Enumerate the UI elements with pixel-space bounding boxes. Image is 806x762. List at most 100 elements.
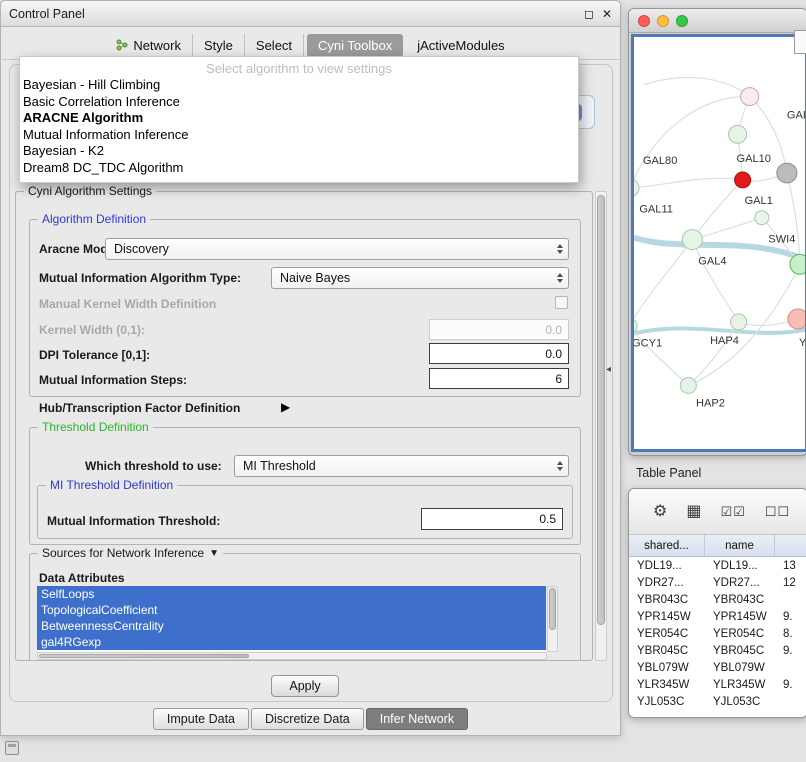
list-item-selfloops[interactable]: SelfLoops bbox=[37, 586, 546, 602]
mi-threshold-field[interactable] bbox=[421, 508, 563, 530]
network-node-gal4[interactable] bbox=[682, 230, 702, 250]
close-icon[interactable]: ✕ bbox=[602, 8, 612, 20]
hub-expand-arrow-icon[interactable]: ▶ bbox=[281, 400, 290, 414]
cell: YJL053C bbox=[629, 696, 705, 708]
tab-infer-network-label: Infer Network bbox=[380, 712, 454, 726]
algorithm-definition-title: Algorithm Definition bbox=[38, 212, 150, 226]
columns-icon[interactable]: ▦ bbox=[686, 504, 701, 520]
cell: 12 bbox=[775, 577, 806, 589]
tab-jactivemodules[interactable]: jActiveModules bbox=[406, 34, 515, 57]
node-label-gcy1: GCY1 bbox=[634, 338, 662, 350]
cell: YBL079W bbox=[705, 662, 775, 674]
tab-style[interactable]: Style bbox=[193, 34, 245, 57]
column-header-extra[interactable] bbox=[775, 535, 806, 556]
cell: YDL19... bbox=[629, 560, 705, 572]
close-traffic-light-icon[interactable] bbox=[638, 15, 650, 27]
cell: YLR345W bbox=[629, 679, 705, 691]
zoom-traffic-light-icon[interactable] bbox=[676, 15, 688, 27]
algorithm-option-bayesian-hill-climbing[interactable]: Bayesian - Hill Climbing bbox=[20, 77, 578, 94]
kernel-width-field[interactable] bbox=[429, 319, 569, 340]
table-row[interactable]: YPR145W YPR145W 9. bbox=[629, 608, 806, 625]
data-attributes-label: Data Attributes bbox=[39, 571, 125, 585]
sources-collapse-arrow-icon[interactable]: ▼ bbox=[209, 548, 219, 559]
settings-scrollbar-track[interactable] bbox=[595, 191, 607, 661]
combo-arrows-icon bbox=[557, 273, 563, 283]
network-node[interactable] bbox=[741, 88, 759, 106]
control-panel-window: Control Panel ◻ ✕ Network Style Select C… bbox=[0, 0, 621, 736]
attributes-list-hscrollbar-thumb[interactable] bbox=[39, 654, 249, 658]
mi-algorithm-type-label: Mutual Information Algorithm Type: bbox=[39, 271, 241, 285]
network-node-gal10[interactable] bbox=[735, 172, 751, 188]
list-item-betweennesscentrality[interactable]: BetweennessCentrality bbox=[37, 618, 546, 634]
table-row[interactable]: YDL19... YDL19... 13 bbox=[629, 557, 806, 574]
table-row[interactable]: YDR27... YDR27... 12 bbox=[629, 574, 806, 591]
network-canvas[interactable]: GAL80 GAL10 GAL11 GAL1 SWI4 GAL4 GCY1 HA… bbox=[631, 34, 806, 452]
minimize-traffic-light-icon[interactable] bbox=[657, 15, 669, 27]
network-node-gal1[interactable] bbox=[755, 211, 769, 225]
algorithm-option-mutual-information[interactable]: Mutual Information Inference bbox=[20, 127, 578, 144]
attributes-list-vscrollbar-track[interactable] bbox=[547, 586, 558, 652]
cell: YBL079W bbox=[629, 662, 705, 674]
window-title: Control Panel bbox=[9, 7, 85, 21]
gear-icon[interactable]: ⚙ bbox=[653, 504, 667, 520]
network-node-hap2[interactable] bbox=[680, 378, 696, 394]
float-window-icon[interactable]: ◻ bbox=[584, 8, 594, 20]
hub-definition-label: Hub/Transcription Factor Definition bbox=[39, 401, 240, 415]
data-attributes-list: SelfLoops TopologicalCoefficient Between… bbox=[37, 586, 546, 652]
algorithm-option-dream8[interactable]: Dream8 DC_TDC Algorithm bbox=[20, 160, 578, 177]
algorithm-option-bayesian-k2[interactable]: Bayesian - K2 bbox=[20, 143, 578, 160]
tab-cyni-toolbox[interactable]: Cyni Toolbox bbox=[307, 34, 403, 57]
node-label-gal-cut: GAL bbox=[787, 109, 805, 121]
node-label-gal11: GAL11 bbox=[639, 204, 673, 216]
cell: 8. bbox=[775, 628, 806, 640]
mi-algorithm-type-combo[interactable]: Naive Bayes bbox=[271, 267, 569, 289]
algorithm-option-aracne[interactable]: ARACNE Algorithm bbox=[20, 110, 578, 127]
table-row[interactable]: YER054C YER054C 8. bbox=[629, 625, 806, 642]
cell: 9. bbox=[775, 645, 806, 657]
list-item-gal4rgexp[interactable]: gal4RGexp bbox=[37, 634, 546, 650]
list-item-topologicalcoefficient[interactable]: TopologicalCoefficient bbox=[37, 602, 546, 618]
table-row[interactable]: YBR043C YBR043C bbox=[629, 591, 806, 608]
network-toolbar-fragment[interactable] bbox=[794, 30, 806, 54]
network-node-hap4[interactable] bbox=[731, 314, 747, 330]
column-header-shared-name[interactable]: shared... bbox=[629, 535, 705, 556]
tab-infer-network[interactable]: Infer Network bbox=[366, 708, 468, 730]
node-label-gal4: GAL4 bbox=[698, 255, 726, 267]
tab-select[interactable]: Select bbox=[245, 34, 304, 57]
table-row[interactable]: YJL053C YJL053C bbox=[629, 693, 806, 710]
tab-cyni-toolbox-label: Cyni Toolbox bbox=[318, 38, 392, 53]
network-node[interactable] bbox=[729, 125, 747, 143]
tab-select-label: Select bbox=[256, 38, 292, 53]
tab-discretize-data[interactable]: Discretize Data bbox=[251, 708, 364, 730]
which-threshold-combo[interactable]: MI Threshold bbox=[234, 455, 569, 477]
kernel-width-label: Kernel Width (0,1): bbox=[39, 323, 145, 337]
panel-collapse-arrow-icon[interactable]: ◂ bbox=[606, 364, 611, 375]
network-view-window: GAL80 GAL10 GAL11 GAL1 SWI4 GAL4 GCY1 HA… bbox=[628, 8, 806, 456]
tab-impute-data[interactable]: Impute Data bbox=[153, 708, 249, 730]
unselect-all-columns-icon[interactable]: ☐☐ bbox=[765, 505, 790, 518]
network-node-gal11[interactable] bbox=[634, 179, 639, 197]
settings-scrollbar-thumb[interactable] bbox=[597, 195, 605, 625]
network-node[interactable] bbox=[788, 309, 805, 329]
mi-steps-field[interactable] bbox=[429, 368, 569, 389]
column-header-name[interactable]: name bbox=[705, 535, 775, 556]
network-node[interactable] bbox=[777, 163, 797, 183]
select-all-columns-icon[interactable]: ☑☑ bbox=[720, 505, 745, 518]
attributes-list-vscrollbar-thumb[interactable] bbox=[549, 588, 556, 630]
network-node-swi4[interactable] bbox=[790, 254, 805, 274]
table-row[interactable]: YBL079W YBL079W bbox=[629, 659, 806, 676]
combo-arrows-icon bbox=[557, 244, 563, 254]
dpi-tolerance-label: DPI Tolerance [0,1]: bbox=[39, 348, 150, 362]
attributes-list-hscrollbar-track[interactable] bbox=[37, 652, 547, 660]
table-row[interactable]: YBR045C YBR045C 9. bbox=[629, 642, 806, 659]
cytopanel-dock-icon[interactable] bbox=[5, 741, 19, 755]
cell: YBR043C bbox=[629, 594, 705, 606]
manual-kernel-width-checkbox[interactable] bbox=[555, 296, 568, 309]
algorithm-option-basic-correlation[interactable]: Basic Correlation Inference bbox=[20, 94, 578, 111]
apply-button[interactable]: Apply bbox=[271, 675, 339, 697]
table-row[interactable]: YLR345W YLR345W 9. bbox=[629, 676, 806, 693]
dpi-tolerance-field[interactable] bbox=[429, 343, 569, 364]
table-toolbar: ⚙ ▦ ☑☑ ☐☐ bbox=[629, 489, 806, 535]
aracne-mode-combo[interactable]: Discovery bbox=[105, 238, 569, 260]
tab-network[interactable]: Network bbox=[105, 34, 193, 57]
